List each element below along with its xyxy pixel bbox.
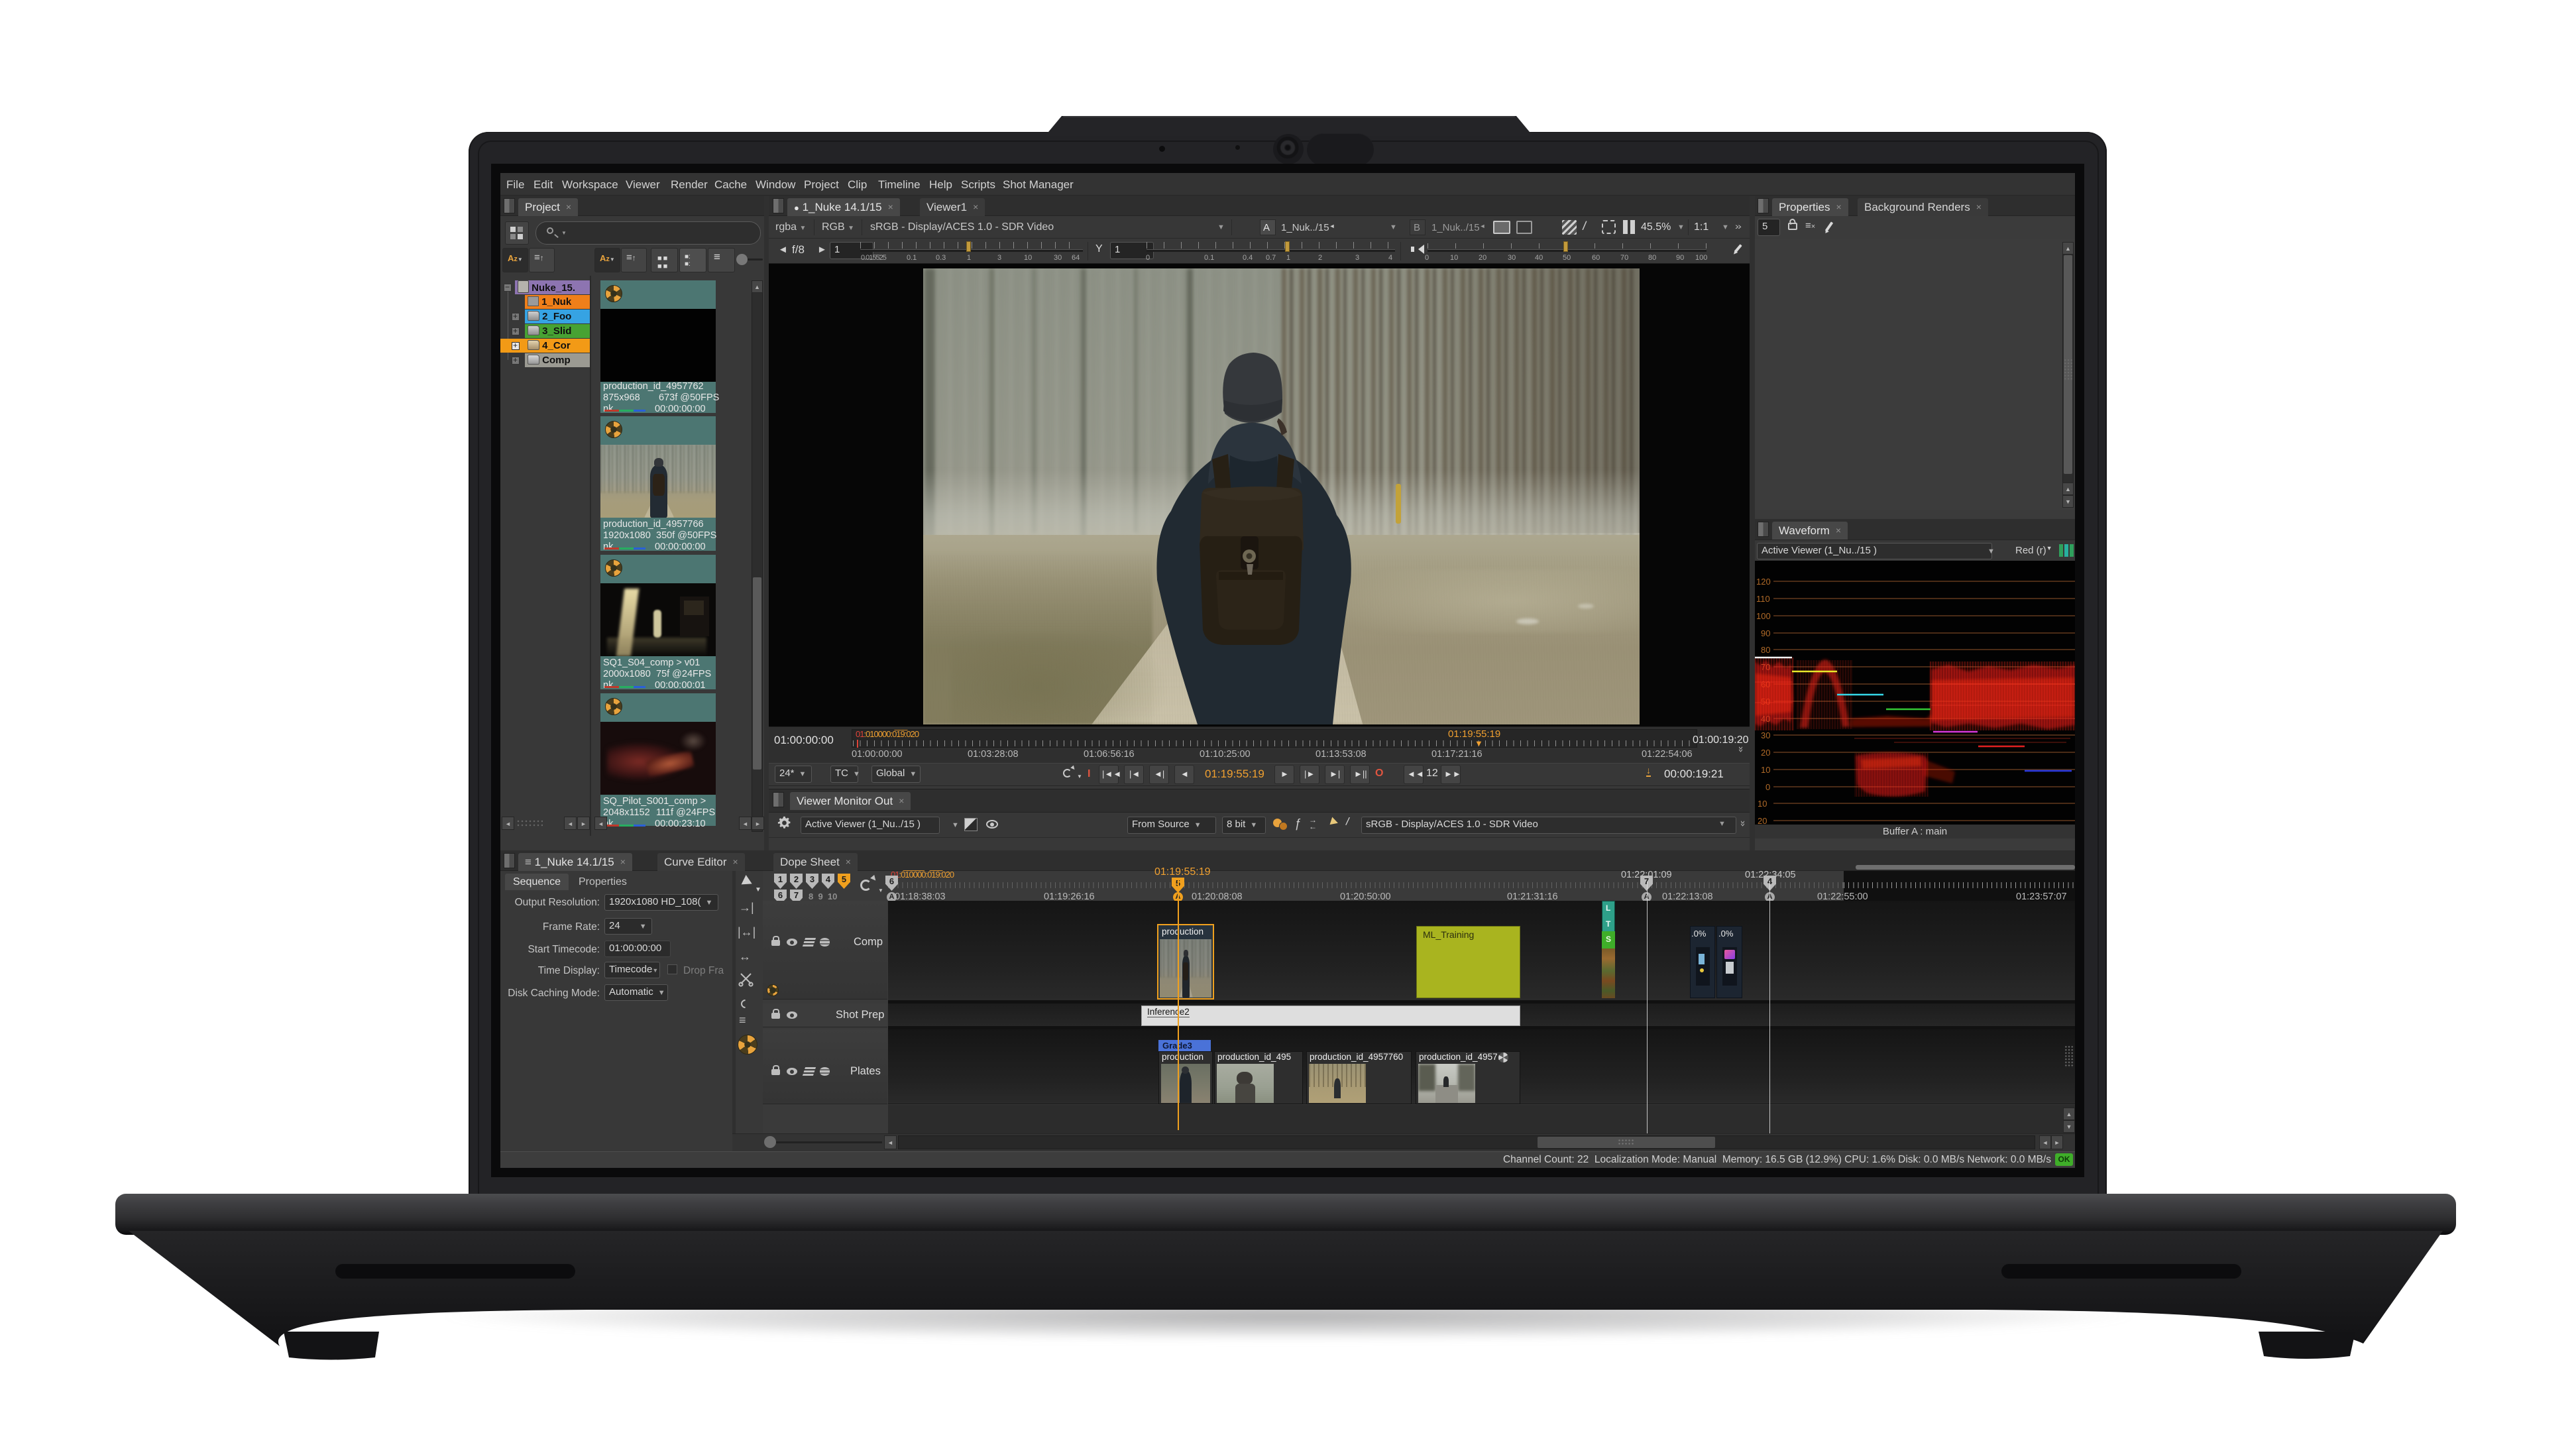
svg-text:30: 30 [1761, 730, 1770, 740]
svg-text:10: 10 [1761, 765, 1770, 775]
svg-text:20: 20 [1761, 748, 1770, 758]
svg-text:120: 120 [1756, 577, 1771, 587]
svg-text:10: 10 [1758, 799, 1767, 809]
svg-text:0: 0 [1765, 782, 1770, 792]
svg-text:20: 20 [1758, 816, 1767, 825]
svg-text:90: 90 [1761, 628, 1770, 638]
svg-text:80: 80 [1761, 645, 1770, 655]
svg-text:110: 110 [1756, 594, 1770, 604]
svg-text:100: 100 [1756, 611, 1771, 621]
